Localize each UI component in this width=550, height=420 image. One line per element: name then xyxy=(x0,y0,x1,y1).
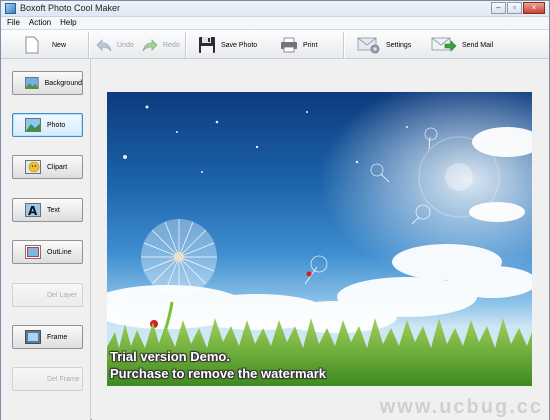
outline-label: OutLine xyxy=(47,248,72,256)
new-button[interactable]: New xyxy=(25,33,66,57)
toolbar: New Undo Redo Save Photo Print Settings … xyxy=(1,29,549,59)
text-label: Text xyxy=(47,206,60,214)
outline-button[interactable]: OutLine xyxy=(12,240,83,264)
del-frame-icon xyxy=(25,372,41,386)
undo-icon xyxy=(96,39,112,52)
del-frame-button[interactable]: Del Frame xyxy=(12,367,83,391)
window-controls: – ▫ × xyxy=(490,2,545,14)
photo-label: Photo xyxy=(47,121,66,129)
frame-button[interactable]: Frame xyxy=(12,325,83,349)
send-mail-label: Send Mail xyxy=(462,41,494,49)
clipart-label: Clipart xyxy=(47,163,68,171)
window-title: Boxoft Photo Cool Maker xyxy=(20,3,121,13)
canvas-area: Trial version Demo. Purchase to remove t… xyxy=(92,59,549,420)
send-mail-button[interactable]: Send Mail xyxy=(431,33,493,57)
background-button[interactable]: Background xyxy=(12,71,83,95)
site-watermark: www.ucbug.cc xyxy=(379,396,543,418)
svg-text:A: A xyxy=(28,204,38,217)
save-photo-button[interactable]: Save Photo xyxy=(198,33,257,57)
del-layer-label: Del Layer xyxy=(47,291,77,299)
maximize-button[interactable]: ▫ xyxy=(507,2,522,14)
redo-icon xyxy=(142,39,158,52)
trial-watermark-line1: Trial version Demo. xyxy=(110,349,230,364)
menu-action[interactable]: Action xyxy=(29,17,51,29)
redo-label: Redo xyxy=(163,41,180,49)
new-document-icon xyxy=(25,36,39,54)
landscape-picture-icon xyxy=(25,77,39,89)
undo-button[interactable]: Undo xyxy=(96,33,134,57)
settings-label: Settings xyxy=(386,41,412,49)
save-photo-label: Save Photo xyxy=(221,41,258,49)
print-button[interactable]: Print xyxy=(280,33,317,57)
del-layer-icon xyxy=(25,288,41,302)
clipart-button[interactable]: Clipart xyxy=(12,155,83,179)
send-mail-icon xyxy=(431,37,457,52)
background-label: Background xyxy=(44,79,82,87)
floppy-disk-icon xyxy=(199,37,215,53)
frame-label: Frame xyxy=(47,333,68,341)
menu-help[interactable]: Help xyxy=(60,17,76,29)
app-icon xyxy=(5,3,16,14)
print-label: Print xyxy=(303,41,318,49)
text-tool-icon: A xyxy=(25,203,41,217)
menu-bar: File Action Help xyxy=(1,17,549,29)
printer-icon xyxy=(281,37,297,53)
del-layer-button[interactable]: Del Layer xyxy=(12,283,83,307)
app-window: Boxoft Photo Cool Maker – ▫ × File Actio… xyxy=(0,0,550,420)
outline-frame-icon xyxy=(25,245,41,259)
menu-file[interactable]: File xyxy=(7,17,20,29)
undo-label: Undo xyxy=(117,41,134,49)
new-label: New xyxy=(52,41,67,49)
settings-button[interactable]: Settings xyxy=(357,33,411,57)
clipart-icon xyxy=(25,160,41,174)
del-frame-label: Del Frame xyxy=(47,375,80,383)
settings-envelope-gear-icon xyxy=(357,37,380,54)
close-button[interactable]: × xyxy=(523,2,545,14)
photo-button[interactable]: Photo xyxy=(12,113,83,137)
dandelion-sky-photo xyxy=(107,92,532,386)
redo-button[interactable]: Redo xyxy=(142,33,180,57)
toolbar-separator xyxy=(185,32,186,58)
title-bar: Boxoft Photo Cool Maker – ▫ × xyxy=(1,1,549,17)
trial-watermark-line2: Purchase to remove the watermark xyxy=(110,366,327,381)
frame-icon xyxy=(25,330,41,344)
tools-sidebar: Background Photo Clipart A Text OutLine … xyxy=(1,59,91,420)
minimize-button[interactable]: – xyxy=(491,2,506,14)
toolbar-separator xyxy=(88,32,89,58)
toolbar-separator xyxy=(343,32,344,58)
photo-icon xyxy=(25,118,41,132)
photo-canvas[interactable]: Trial version Demo. Purchase to remove t… xyxy=(107,92,532,386)
text-button[interactable]: A Text xyxy=(12,198,83,222)
